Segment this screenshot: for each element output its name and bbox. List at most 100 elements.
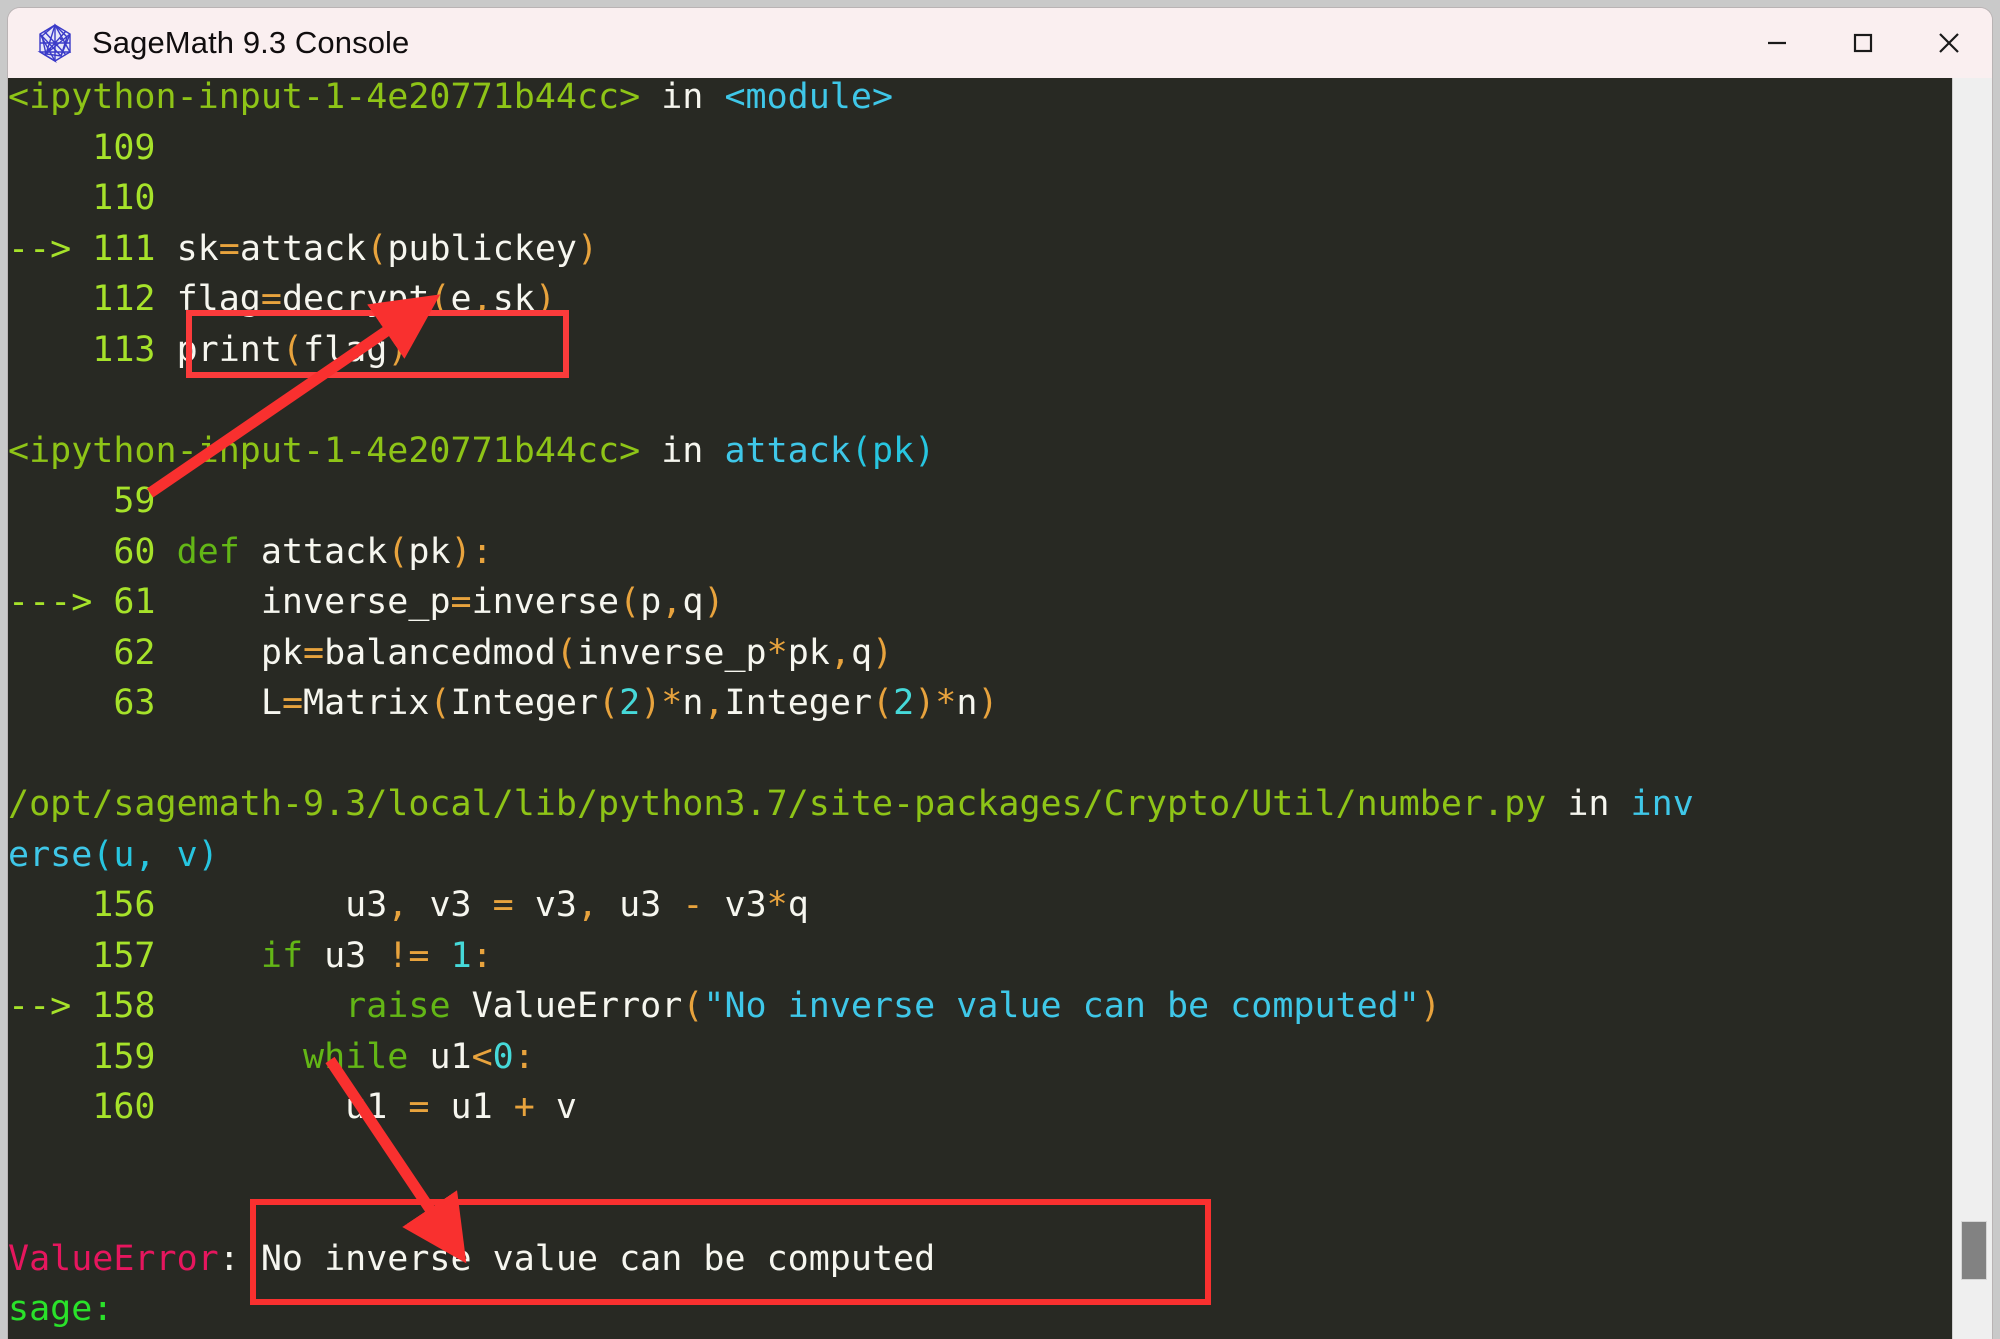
token: u3	[598, 885, 683, 925]
terminal-line-code-112: 112 flag=decrypt(e,sk)	[8, 274, 1953, 325]
token: u3	[303, 935, 388, 976]
terminal-line-code-63: 63 L=Matrix(Integer(2)*n,Integer(2)*n)	[8, 678, 1953, 729]
token: (	[429, 683, 451, 723]
token: =	[281, 683, 304, 723]
token: <ipython-input-1-4e20771b44cc>	[8, 78, 641, 117]
terminal-line-frame-3-header-wrap: erse(u, v)	[8, 830, 1953, 881]
token: =	[492, 885, 514, 925]
token: ,	[829, 632, 851, 673]
token: :	[513, 1036, 535, 1077]
token: --> 158	[8, 986, 177, 1026]
token: ,	[661, 582, 683, 622]
token: (	[872, 683, 894, 723]
terminal-line-code-61: ---> 61 inverse_p=inverse(p,q)	[8, 577, 1953, 628]
token: -	[682, 885, 704, 925]
token: inverse_p	[576, 632, 767, 673]
maximize-button[interactable]	[1820, 8, 1906, 78]
terminal-text: <ipython-input-1-4e20771b44cc> in <modul…	[8, 78, 1953, 1335]
token: =	[260, 279, 282, 319]
token: def	[176, 531, 261, 572]
token: "No inverse value can be computed"	[703, 986, 1420, 1026]
token: 156	[8, 885, 177, 925]
token: if	[260, 935, 304, 976]
token: 1	[450, 935, 472, 976]
token: v3	[408, 885, 493, 925]
token: pk	[176, 632, 304, 673]
terminal-line-frame-2-header: <ipython-input-1-4e20771b44cc> in attack…	[8, 426, 1953, 477]
token: q	[787, 885, 809, 925]
token: in	[640, 430, 725, 471]
scrollbar-thumb[interactable]	[1961, 1221, 1987, 1280]
token: 109	[8, 127, 177, 168]
token: decrypt	[281, 279, 430, 319]
terminal-line-code-159: 159 while u1<0:	[8, 1032, 1953, 1083]
token: ---> 61	[8, 582, 177, 622]
token: <module>	[724, 78, 894, 117]
token: 60	[8, 531, 177, 572]
token: ,	[576, 885, 599, 925]
token: ):	[450, 531, 493, 572]
token: )	[640, 683, 662, 723]
token: pk	[787, 632, 830, 673]
close-button[interactable]	[1906, 8, 1992, 78]
token: 160	[8, 1087, 177, 1127]
token: sk	[176, 228, 219, 269]
token: v3	[703, 885, 767, 925]
token: )	[1419, 986, 1441, 1026]
sagemath-polyhedron-icon	[34, 22, 76, 64]
token: v	[534, 1087, 577, 1127]
terminal-line-frame-1-header: <ipython-input-1-4e20771b44cc> in <modul…	[8, 78, 1953, 123]
token: : No inverse value can be computed	[218, 1238, 936, 1279]
token: )	[914, 683, 936, 723]
token: attack	[260, 531, 388, 572]
terminal-line-blank-4	[8, 1183, 1953, 1234]
token: ,	[387, 885, 409, 925]
token: )	[872, 632, 894, 673]
token: (	[619, 582, 641, 622]
token: 0	[492, 1036, 514, 1077]
terminal-output-area[interactable]: <ipython-input-1-4e20771b44cc> in <modul…	[8, 78, 1953, 1339]
terminal-line-code-158: --> 158 raise ValueError("No inverse val…	[8, 981, 1953, 1032]
token: inv	[1630, 784, 1694, 824]
terminal-line-blank-2	[8, 729, 1953, 780]
token: sage:	[8, 1289, 114, 1329]
token: (	[555, 632, 577, 673]
token: while	[303, 1036, 409, 1077]
token: n	[956, 683, 978, 723]
token: 112	[8, 279, 177, 319]
token: publickey	[387, 228, 577, 269]
token: ValueError	[8, 1238, 219, 1279]
terminal-line-error-line: ValueError: No inverse value can be comp…	[8, 1234, 1953, 1285]
token: (	[682, 986, 704, 1026]
token: 59	[8, 481, 177, 521]
token: --> 111	[8, 228, 177, 269]
token: attack	[724, 430, 851, 471]
token: =	[218, 228, 240, 269]
token: =	[450, 582, 472, 622]
terminal-line-code-59: 59	[8, 476, 1953, 527]
token: :	[471, 935, 493, 976]
token: in	[640, 78, 725, 117]
token: e	[450, 279, 472, 319]
token: inverse_p	[176, 582, 451, 622]
token: u1	[176, 1087, 409, 1127]
token: )	[387, 329, 409, 370]
vertical-scrollbar[interactable]	[1952, 78, 1992, 1339]
token: ,	[703, 683, 725, 723]
token: (pk)	[850, 430, 936, 471]
token: <	[471, 1036, 493, 1077]
terminal-line-blank-3	[8, 1133, 1953, 1184]
window-controls	[1734, 8, 1992, 78]
token: p	[640, 582, 662, 622]
terminal-line-blank-1	[8, 375, 1953, 426]
token: Integer	[724, 683, 873, 723]
token: (	[366, 228, 388, 269]
token: attack	[239, 228, 367, 269]
minimize-button[interactable]	[1734, 8, 1820, 78]
